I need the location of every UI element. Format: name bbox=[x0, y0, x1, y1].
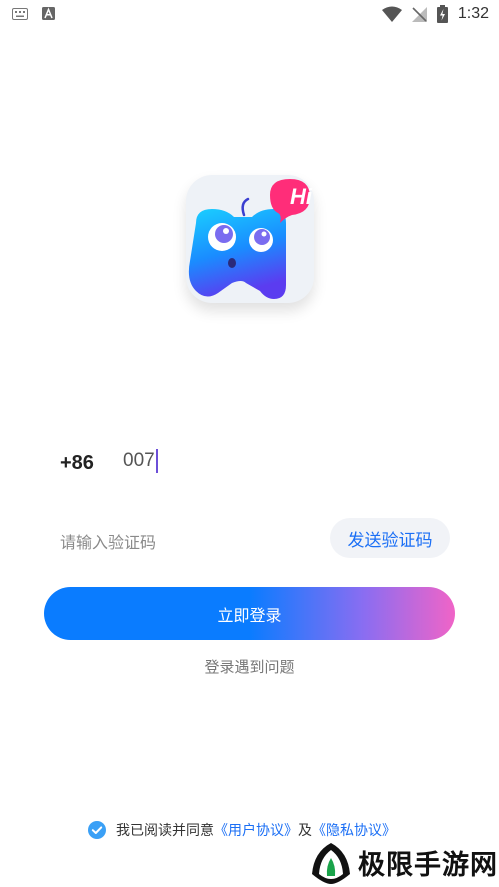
text-a-icon bbox=[42, 7, 55, 20]
status-bar: 1:32 bbox=[0, 0, 499, 30]
login-help-link[interactable]: 登录遇到问题 bbox=[0, 656, 499, 677]
battery-charging-icon bbox=[436, 5, 448, 23]
country-code-selector[interactable]: +86 bbox=[60, 452, 94, 475]
verification-row: 请输入验证码 发送验证码 bbox=[60, 518, 450, 558]
phone-row: +86 007 bbox=[60, 446, 440, 480]
phone-input[interactable]: 007 bbox=[123, 449, 158, 473]
agreement-and: 及 bbox=[298, 823, 312, 839]
send-code-button[interactable]: 发送验证码 bbox=[330, 518, 450, 558]
user-agreement-link[interactable]: 《用户协议》 bbox=[214, 820, 298, 840]
status-time: 1:32 bbox=[457, 5, 489, 22]
status-left bbox=[12, 7, 55, 20]
login-button[interactable]: 立即登录 bbox=[44, 587, 455, 640]
watermark: 极限手游网 bbox=[308, 838, 499, 887]
logo-bubble-text: Hi bbox=[290, 184, 312, 209]
no-signal-icon bbox=[411, 7, 427, 22]
checkbox-checked-icon[interactable] bbox=[88, 821, 106, 839]
wifi-icon bbox=[381, 6, 402, 22]
app-logo: Hi bbox=[186, 175, 314, 303]
keyboard-icon bbox=[12, 7, 28, 20]
verification-code-input[interactable]: 请输入验证码 bbox=[60, 529, 156, 553]
agreement-row: 我已阅读并同意 《用户协议》 及 《隐私协议》 bbox=[88, 820, 396, 840]
text-cursor bbox=[155, 449, 158, 473]
status-right: 1:32 bbox=[381, 5, 489, 23]
agreement-prefix: 我已阅读并同意 bbox=[116, 823, 214, 839]
watermark-text: 极限手游网 bbox=[358, 850, 498, 881]
privacy-agreement-link[interactable]: 《隐私协议》 bbox=[312, 820, 396, 840]
phone-input-value: 007 bbox=[123, 450, 155, 471]
watermark-logo-icon bbox=[312, 842, 350, 884]
